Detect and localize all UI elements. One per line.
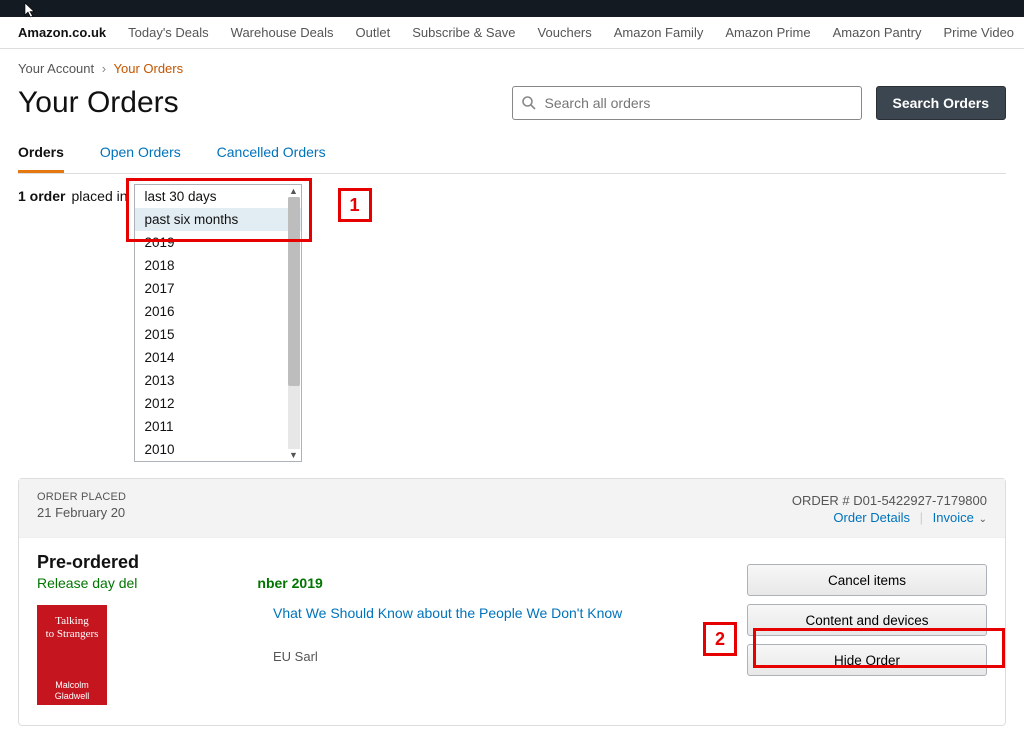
chevron-up-icon[interactable]: ▲ [289,185,298,197]
search-orders-button[interactable]: Search Orders [876,86,1007,120]
thumb-title-2: to Strangers [43,628,101,641]
nav-item[interactable]: Amazon Prime [725,25,810,40]
scroll-thumb[interactable] [288,197,300,386]
release-part-1: Release day del [37,575,137,591]
filter-option[interactable]: last 30 days [135,185,301,208]
search-input[interactable] [537,95,853,111]
search-input-wrap[interactable] [512,86,862,120]
content-and-devices-button[interactable]: Content and devices [747,604,987,636]
chevron-right-icon: › [102,61,106,76]
filter-option[interactable]: 2011 [135,415,301,438]
thumb-title-1: Talking [43,615,101,628]
breadcrumb: Your Account › Your Orders [18,61,1006,76]
filter-row: 1 order placed in last 30 days past six … [18,188,1006,462]
nav-item[interactable]: Outlet [356,25,391,40]
filter-option[interactable]: past six months [135,208,301,231]
separator: | [920,510,923,525]
order-placed-label: ORDER PLACED [37,491,126,503]
order-number: ORDER # D01-5422927-7179800 [792,493,987,508]
invoice-link[interactable]: Invoice ⌄ [933,510,987,525]
search-icon [521,95,537,111]
hide-order-button[interactable]: Hide Order [747,644,987,676]
time-filter-dropdown[interactable]: last 30 days past six months 2019 2018 2… [134,184,302,462]
tab-cancelled-orders[interactable]: Cancelled Orders [217,134,326,170]
order-card-body: Pre-ordered Release day del nber 2019 Ta… [19,538,1005,725]
order-count: 1 order [18,188,65,204]
filter-option[interactable]: 2018 [135,254,301,277]
order-card: ORDER PLACED 21 February 20 ORDER # D01-… [18,478,1006,726]
filter-option[interactable]: 2013 [135,369,301,392]
nav-item[interactable]: Warehouse Deals [231,25,334,40]
filter-option[interactable]: 2017 [135,277,301,300]
top-dark-bar [0,0,1024,17]
order-details-link[interactable]: Order Details [833,510,910,525]
nav-item[interactable]: Amazon Family [614,25,704,40]
annotation-1-label: 1 [338,188,372,222]
release-part-2: nber 2019 [257,575,322,591]
breadcrumb-current: Your Orders [114,61,184,76]
nav-item[interactable]: Vouchers [538,25,592,40]
order-tabs: Orders Open Orders Cancelled Orders [18,134,1006,174]
nav-item[interactable]: Subscribe & Save [412,25,515,40]
filter-option[interactable]: 2015 [135,323,301,346]
scroll-track[interactable] [288,197,300,449]
cancel-items-button[interactable]: Cancel items [747,564,987,596]
chevron-down-icon[interactable]: ▼ [289,449,298,461]
primary-navbar: Amazon.co.uk Today's Deals Warehouse Dea… [0,17,1024,49]
nav-item[interactable]: Prime Video [943,25,1014,40]
nav-item[interactable]: Today's Deals [128,25,209,40]
order-placed-date: 21 February 20 [37,505,126,520]
preordered-heading: Pre-ordered [37,552,731,573]
order-actions: Cancel items Content and devices Hide Or… [747,564,987,705]
seller-suffix: EU Sarl [273,649,731,664]
filter-option[interactable]: 2014 [135,346,301,369]
filter-option[interactable]: 2012 [135,392,301,415]
order-card-header: ORDER PLACED 21 February 20 ORDER # D01-… [19,479,1005,538]
dropdown-scrollbar[interactable]: ▲ ▼ [287,185,301,461]
chevron-down-icon: ⌄ [976,514,987,525]
brand[interactable]: Amazon.co.uk [18,25,106,40]
product-title-link[interactable]: Vhat We Should Know about the People We … [273,605,622,621]
filter-option[interactable]: 2010 [135,438,301,461]
page-title: Your Orders [18,86,179,120]
filter-option[interactable]: 2019 [135,231,301,254]
nav-item[interactable]: Amazon Pantry [833,25,922,40]
tab-orders[interactable]: Orders [18,134,64,173]
tab-open-orders[interactable]: Open Orders [100,134,181,170]
placed-in-label: placed in [71,188,127,204]
breadcrumb-account[interactable]: Your Account [18,61,94,76]
filter-option[interactable]: 2016 [135,300,301,323]
thumb-author: Malcolm Gladwell [43,680,101,701]
product-thumbnail[interactable]: Talking to Strangers Malcolm Gladwell [37,605,107,705]
